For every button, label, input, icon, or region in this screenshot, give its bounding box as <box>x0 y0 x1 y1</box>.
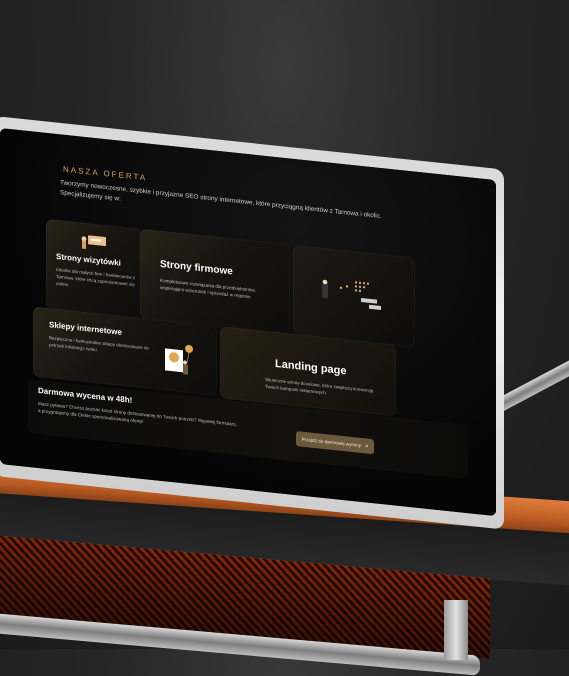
card-title: Landing page <box>275 357 347 378</box>
card-illustration-company <box>293 244 415 348</box>
double-chevron-right-icon: » <box>365 443 369 450</box>
screen-content: NASZA OFERTA Tworzymy nowoczesne, szybki… <box>0 128 496 517</box>
card-desc: Idealne dla małych firm i freelancerów z… <box>56 266 136 288</box>
button-label: Przejdź do darmowej wyceny <box>301 436 362 448</box>
card-strony-wizytowki[interactable]: Strony wizytówki Idealne dla małych firm… <box>46 218 142 319</box>
free-quote-button[interactable]: Przejdź do darmowej wyceny» <box>296 431 374 455</box>
card-strony-firmowe[interactable]: Strony firmowe Kompleksowe rozwiązania d… <box>140 228 290 335</box>
chair-leg <box>444 600 468 660</box>
business-card-illustration-icon <box>81 235 106 250</box>
laptop-scene: NASZA OFERTA Tworzymy nowoczesne, szybki… <box>0 0 569 676</box>
card-title: Strony wizytówki <box>56 251 121 268</box>
card-desc: Skuteczne strony docelowe, które zwiększ… <box>265 376 374 396</box>
shopping-illustration-icon <box>165 344 193 375</box>
card-desc: Bezpieczne i funkcjonalne sklepy dostoso… <box>49 335 150 353</box>
laptop-screen: NASZA OFERTA Tworzymy nowoczesne, szybki… <box>0 128 496 517</box>
card-title: Strony firmowe <box>160 258 233 278</box>
card-desc: Kompleksowe rozwiązania dla przedsiębior… <box>160 277 256 300</box>
cta-desc: Masz pytania? Chcesz poznać koszt strony… <box>38 400 237 427</box>
presentation-illustration-icon <box>322 279 381 311</box>
